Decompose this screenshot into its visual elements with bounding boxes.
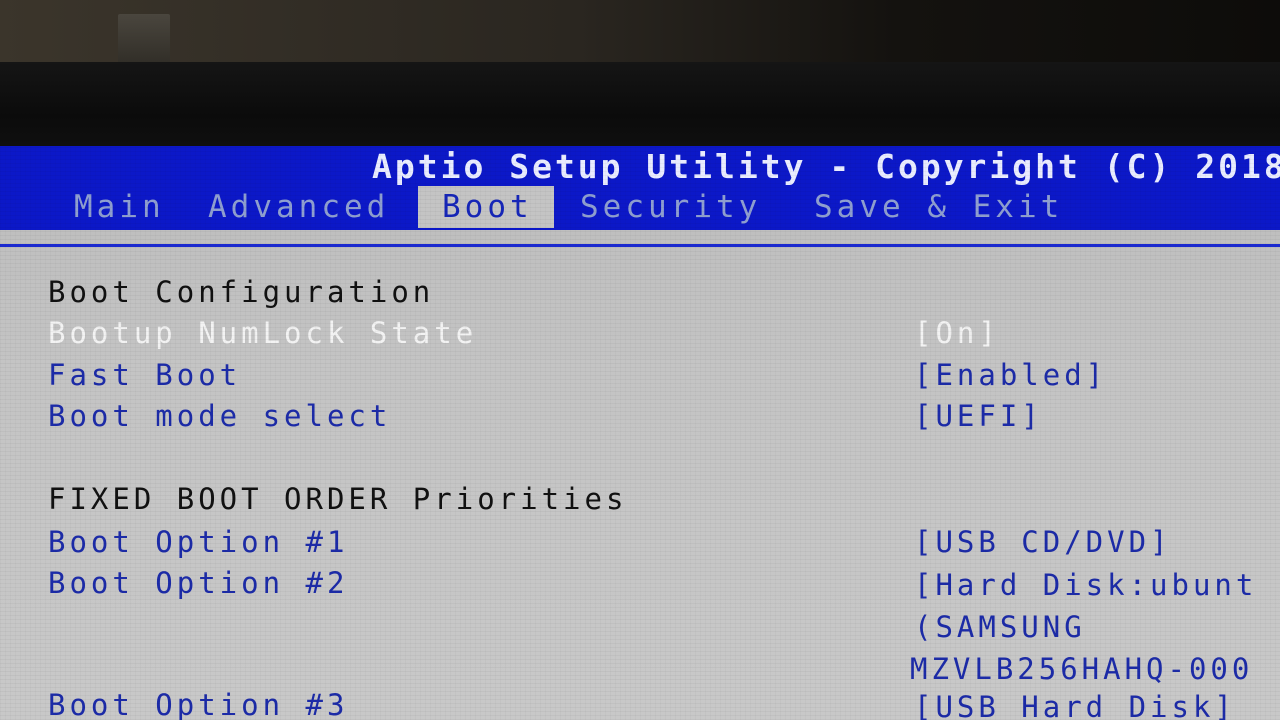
option-label-bootup-numlock-state[interactable]: Bootup NumLock State xyxy=(48,315,477,351)
option-value-boot-option-2-line-1[interactable]: [Hard Disk:ubunt xyxy=(914,567,1257,603)
bios-header: Aptio Setup Utility - Copyright (C) 2018… xyxy=(0,146,1280,230)
option-label-boot-option-2[interactable]: Boot Option #2 xyxy=(48,565,348,601)
option-value-boot-option-2-line-2[interactable]: (SAMSUNG xyxy=(914,609,1086,645)
tab-save-exit[interactable]: Save & Exit xyxy=(814,186,1063,228)
option-label-fast-boot[interactable]: Fast Boot xyxy=(48,357,241,393)
option-label-boot-option-1[interactable]: Boot Option #1 xyxy=(48,524,348,560)
tab-advanced[interactable]: Advanced xyxy=(208,186,389,228)
option-value-boot-option-1[interactable]: [USB CD/DVD] xyxy=(914,524,1172,560)
monitor-bezel xyxy=(0,62,1280,152)
option-value-bootup-numlock-state[interactable]: [On] xyxy=(914,315,1000,351)
option-label-boot-option-3[interactable]: Boot Option #3 xyxy=(48,687,348,720)
option-value-boot-option-2-line-3[interactable]: MZVLB256HAHQ-000 xyxy=(910,651,1253,687)
option-label-boot-mode-select[interactable]: Boot mode select xyxy=(48,398,391,434)
section-heading-boot-configuration: Boot Configuration xyxy=(48,275,435,309)
utility-title: Aptio Setup Utility - Copyright (C) 2018 xyxy=(372,147,1280,186)
tab-security[interactable]: Security xyxy=(580,186,761,228)
header-divider xyxy=(0,244,1280,247)
option-value-boot-option-3[interactable]: [USB Hard Disk] xyxy=(914,689,1236,720)
tab-main[interactable]: Main xyxy=(74,186,165,228)
tab-boot[interactable]: Boot xyxy=(418,186,554,228)
bios-screen: Aptio Setup Utility - Copyright (C) 2018… xyxy=(0,146,1280,720)
option-value-boot-mode-select[interactable]: [UEFI] xyxy=(914,398,1043,434)
section-heading-fixed-boot-order: FIXED BOOT ORDER Priorities xyxy=(48,482,628,516)
option-value-fast-boot[interactable]: [Enabled] xyxy=(914,357,1107,393)
bios-photo: Aptio Setup Utility - Copyright (C) 2018… xyxy=(0,0,1280,720)
